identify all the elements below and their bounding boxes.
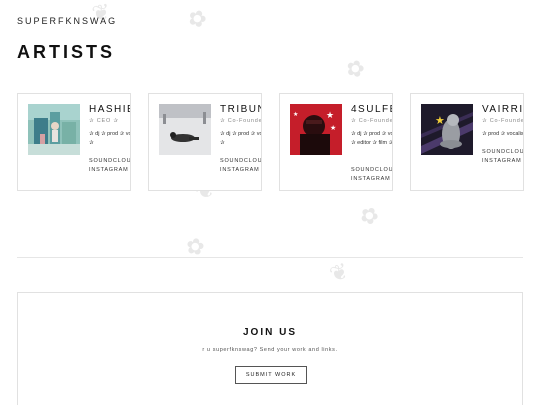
artist-cards: HASHIE ✰ CEO ✰ ✰ dj ✰ prod ✰ vocalist ✰ … xyxy=(17,93,527,191)
svg-text:★: ★ xyxy=(435,114,445,127)
artist-photo xyxy=(28,104,80,155)
soundcloud-link[interactable]: SOUNDCLOUD xyxy=(220,157,261,166)
artist-photo xyxy=(159,104,211,155)
artist-card-vairrin: ★ VAIRRIN ✰ Co-Founder ✰ ✰ prod ✰ vocali… xyxy=(410,93,524,191)
artist-photo: ★ ★ ★ xyxy=(290,104,342,155)
page-title: ARTISTS xyxy=(17,42,116,62)
artist-description: ✰ dj ✰ prod ✰ vocalist ✰ xyxy=(89,131,131,146)
background-doodle: ❦ xyxy=(326,257,352,288)
artist-name: TRIBUNI xyxy=(220,104,261,115)
artist-links: SOUNDCLOUD INSTAGRAM xyxy=(89,157,130,175)
join-us-section: JOIN US r u superfknswag? Send your work… xyxy=(17,292,523,405)
instagram-link[interactable]: INSTAGRAM xyxy=(482,157,523,166)
background-doodle: ✿ xyxy=(184,3,211,34)
instagram-link[interactable]: INSTAGRAM xyxy=(89,166,130,175)
svg-text:★: ★ xyxy=(293,111,298,118)
artist-card-4sulfer: ★ ★ ★ 4SULFER ✰ Co-Founder ✰ ✰ dj ✰ prod… xyxy=(279,93,393,191)
artist-role: ✰ Co-Founder ✰ xyxy=(482,118,524,124)
soundcloud-link[interactable]: SOUNDCLOUD xyxy=(351,166,392,175)
soundcloud-link[interactable]: SOUNDCLOUD xyxy=(89,157,130,166)
artist-role: ✰ Co-Founder ✰ xyxy=(220,118,262,124)
instagram-link[interactable]: INSTAGRAM xyxy=(351,175,392,184)
artist-photo: ★ xyxy=(421,104,473,155)
artist-links: SOUNDCLOUD INSTAGRAM xyxy=(482,148,523,166)
artist-card-tribuni: TRIBUNI ✰ Co-Founder ✰ ✰ dj ✰ prod ✰ voc… xyxy=(148,93,262,191)
instagram-link[interactable]: INSTAGRAM xyxy=(220,166,261,175)
submit-work-button[interactable]: SUBMIT WORK xyxy=(235,366,307,384)
site-brand-link[interactable]: SUPERFKNSWAG xyxy=(17,16,117,26)
artist-description: ✰ prod ✰ vocalist ✰ xyxy=(482,131,524,137)
artist-description: ✰ dj ✰ prod ✰ vocalist ✰ editor ✰ film ✰ xyxy=(351,131,393,146)
artist-description: ✰ dj ✰ prod ✰ vocalist ✰ xyxy=(220,131,262,146)
svg-text:★: ★ xyxy=(326,111,334,121)
soundcloud-link[interactable]: SOUNDCLOUD xyxy=(482,148,523,157)
artist-role: ✰ Co-Founder ✰ xyxy=(351,118,393,124)
svg-text:★: ★ xyxy=(330,124,336,132)
artist-role: ✰ CEO ✰ xyxy=(89,118,119,124)
background-doodle: ✿ xyxy=(355,200,384,231)
artist-name: HASHIE xyxy=(89,104,131,115)
artist-name: 4SULFER xyxy=(351,104,392,115)
artist-links: SOUNDCLOUD INSTAGRAM xyxy=(220,157,261,175)
artist-card-hashie: HASHIE ✰ CEO ✰ ✰ dj ✰ prod ✰ vocalist ✰ … xyxy=(17,93,131,191)
section-divider xyxy=(17,257,523,258)
artist-links: SOUNDCLOUD INSTAGRAM xyxy=(351,166,392,184)
background-doodle: ✿ xyxy=(184,232,207,261)
join-subtitle: r u superfknswag? Send your work and lin… xyxy=(202,347,338,353)
background-doodle: ✿ xyxy=(343,54,368,83)
join-title: JOIN US xyxy=(242,327,297,338)
artist-name: VAIRRIN xyxy=(482,104,524,115)
